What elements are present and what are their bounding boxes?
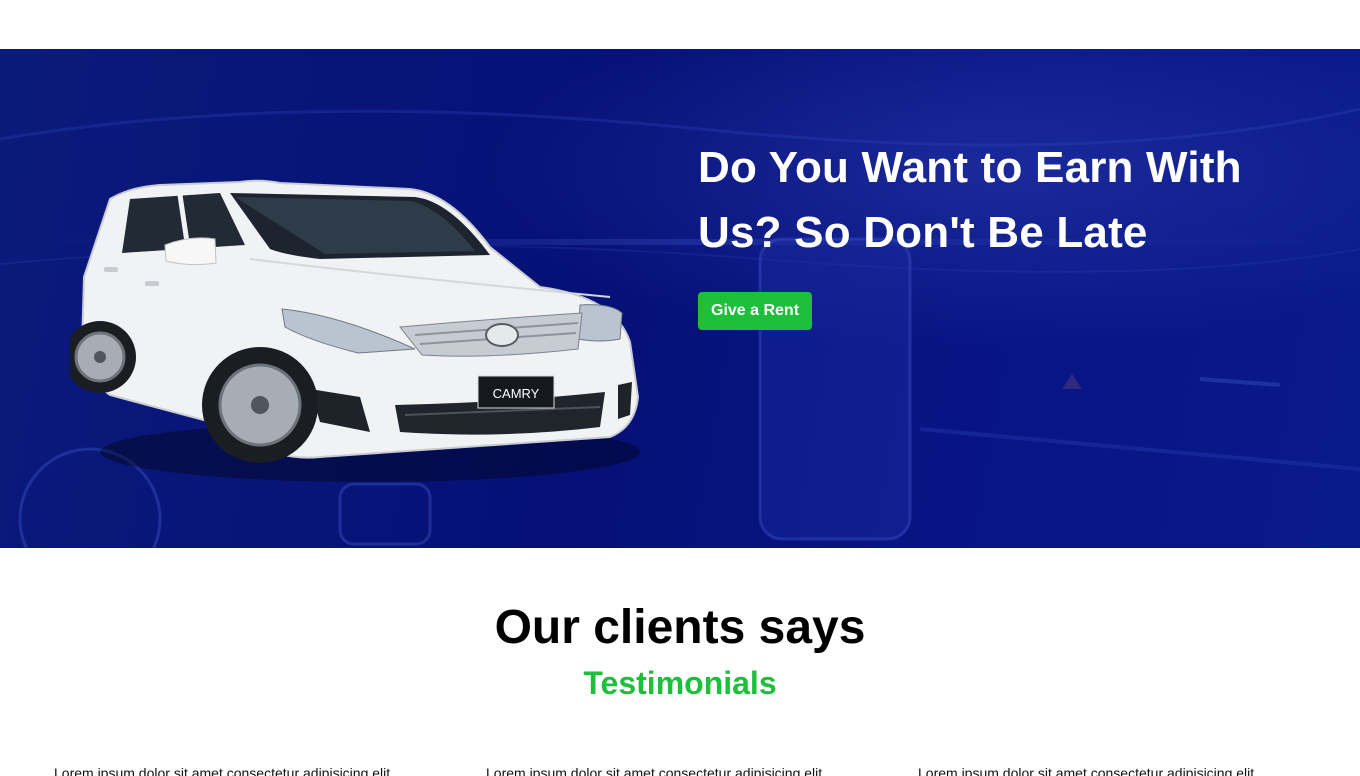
testimonial-cards: Lorem ipsum dolor sit amet consectetur a… <box>0 762 1360 776</box>
section-title: Our clients says <box>494 601 866 654</box>
testimonials-section: Our clients says Testimonials <box>0 548 1360 702</box>
car-image: CAMRY <box>70 179 640 482</box>
testimonial-card-text: Lorem ipsum dolor sit amet consectetur a… <box>918 765 1255 776</box>
top-spacer <box>0 0 1360 49</box>
section-subtitle: Testimonials <box>583 665 777 701</box>
hero-banner: CAMRY Do You Want to Earn With Us? So Do… <box>0 49 1360 548</box>
give-a-rent-button[interactable]: Give a Rent <box>698 292 813 330</box>
hero-title-line-1: Do You Want to Earn With <box>698 143 1242 192</box>
hero-title: Do You Want to Earn With Us? So Don't Be… <box>698 135 1318 265</box>
car-plate-text: CAMRY <box>493 386 540 401</box>
testimonial-card-text: Lorem ipsum dolor sit amet consectetur a… <box>54 765 391 776</box>
testimonial-card-text: Lorem ipsum dolor sit amet consectetur a… <box>486 765 823 776</box>
hero-title-line-2: Us? So Don't Be Late <box>698 208 1148 257</box>
hero-content: Do You Want to Earn With Us? So Don't Be… <box>698 135 1318 330</box>
